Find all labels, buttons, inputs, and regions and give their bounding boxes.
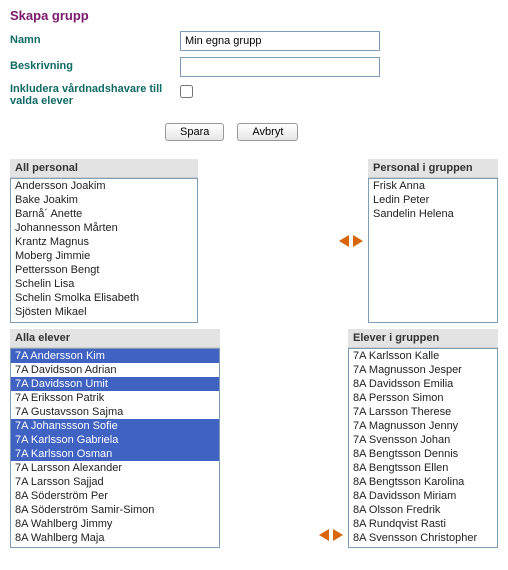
list-item[interactable]: 8A Bengtsson Dennis <box>349 447 497 461</box>
list-item[interactable]: 7A Karlsson Osman <box>11 447 219 461</box>
save-button[interactable]: Spara <box>165 123 224 141</box>
list-item[interactable]: 7A Andersson Kim <box>11 349 219 363</box>
all-elever-list[interactable]: 7A Andersson Kim7A Davidsson Adrian7A Da… <box>10 348 220 548</box>
description-label: Beskrivning <box>10 57 180 72</box>
list-item[interactable]: Bake Joakim <box>11 193 197 207</box>
list-item[interactable]: Pettersson Bengt <box>11 263 197 277</box>
list-item[interactable]: 7A Larsson Sajjad <box>11 475 219 489</box>
list-item[interactable]: 7A Larsson Therese <box>349 405 497 419</box>
name-input[interactable] <box>180 31 380 51</box>
all-personal-panel: All personal Andersson JoakimBake Joakim… <box>10 159 198 323</box>
list-item[interactable]: Schelin Lisa <box>11 277 197 291</box>
elever-add-button[interactable] <box>332 528 344 542</box>
list-item[interactable]: 7A Magnusson Jenny <box>349 419 497 433</box>
elever-move-controls <box>314 528 348 542</box>
list-item[interactable]: 8A Rundqvist Rasti <box>349 517 497 531</box>
list-item[interactable]: 8A Olsson Fredrik <box>349 503 497 517</box>
all-elever-title: Alla elever <box>10 329 220 348</box>
all-elever-panel: Alla elever 7A Andersson Kim7A Davidsson… <box>10 329 220 548</box>
cancel-button[interactable]: Avbryt <box>237 123 298 141</box>
list-item[interactable]: 8A Wahlberg Jimmy <box>11 517 219 531</box>
page-heading: Skapa grupp <box>10 8 498 23</box>
list-item[interactable]: 8A Söderström Samir-Simon <box>11 503 219 517</box>
group-elever-list[interactable]: 7A Karlsson Kalle7A Magnusson Jesper8A D… <box>348 348 498 548</box>
personal-add-button[interactable] <box>352 234 364 248</box>
arrow-left-icon <box>319 529 329 541</box>
arrow-left-icon <box>339 235 349 247</box>
list-item[interactable]: 9A Eriksson Igor <box>11 545 219 548</box>
group-personal-panel: Personal i gruppen Frisk AnnaLedin Peter… <box>368 159 498 323</box>
all-personal-title: All personal <box>10 159 198 178</box>
elever-remove-button[interactable] <box>318 528 330 542</box>
list-item[interactable]: 7A Davidsson Umit <box>11 377 219 391</box>
list-item[interactable]: 8A Davidsson Miriam <box>349 489 497 503</box>
list-item[interactable]: 8A Wahlberg Maja <box>11 531 219 545</box>
list-item[interactable]: Johannesson Mårten <box>11 221 197 235</box>
list-item[interactable]: 7A Eriksson Patrik <box>11 391 219 405</box>
list-item[interactable]: 7A Johanssson Sofie <box>11 419 219 433</box>
list-item[interactable]: 7A Karlsson Kalle <box>349 349 497 363</box>
group-personal-list[interactable]: Frisk AnnaLedin PeterSandelin Helena <box>368 178 498 323</box>
list-item[interactable]: Frisk Anna <box>369 179 497 193</box>
group-elever-title: Elever i gruppen <box>348 329 498 348</box>
list-item[interactable]: 7A Svensson Johan <box>349 433 497 447</box>
list-item[interactable]: 8A Svensson Christopher <box>349 531 497 545</box>
name-label: Namn <box>10 31 180 46</box>
include-label: Inkludera vårdnadshavare till valda elev… <box>10 83 180 107</box>
list-item[interactable]: Schelin Smolka Elisabeth <box>11 291 197 305</box>
personal-move-controls <box>334 234 368 248</box>
list-item[interactable]: 8A Bengtsson Karolina <box>349 475 497 489</box>
list-item[interactable]: Barnå´ Anette <box>11 207 197 221</box>
group-personal-title: Personal i gruppen <box>368 159 498 178</box>
list-item[interactable]: Sjösten Mikael <box>11 305 197 319</box>
list-item[interactable]: 7A Magnusson Jesper <box>349 363 497 377</box>
group-elever-panel: Elever i gruppen 7A Karlsson Kalle7A Mag… <box>348 329 498 548</box>
description-input[interactable] <box>180 57 380 77</box>
list-item[interactable]: Sandelin Helena <box>369 207 497 221</box>
list-item[interactable]: Ledin Peter <box>369 193 497 207</box>
personal-remove-button[interactable] <box>338 234 350 248</box>
include-checkbox[interactable] <box>180 85 193 98</box>
all-personal-list[interactable]: Andersson JoakimBake JoakimBarnå´ Anette… <box>10 178 198 323</box>
list-item[interactable]: 8A Persson Simon <box>349 391 497 405</box>
list-item[interactable]: 7A Karlsson Gabriela <box>11 433 219 447</box>
list-item[interactable]: 8A Söderström Per <box>11 489 219 503</box>
list-item[interactable]: 8A Söderström Ahmed <box>349 545 497 548</box>
list-item[interactable]: 8A Davidsson Emilia <box>349 377 497 391</box>
list-item[interactable]: 7A Gustavsson Sajma <box>11 405 219 419</box>
list-item[interactable]: Krantz Magnus <box>11 235 197 249</box>
arrow-right-icon <box>353 235 363 247</box>
list-item[interactable]: Moberg Jimmie <box>11 249 197 263</box>
list-item[interactable]: 7A Davidsson Adrian <box>11 363 219 377</box>
arrow-right-icon <box>333 529 343 541</box>
list-item[interactable]: 8A Bengtsson Ellen <box>349 461 497 475</box>
list-item[interactable]: 7A Larsson Alexander <box>11 461 219 475</box>
list-item[interactable]: Andersson Joakim <box>11 179 197 193</box>
